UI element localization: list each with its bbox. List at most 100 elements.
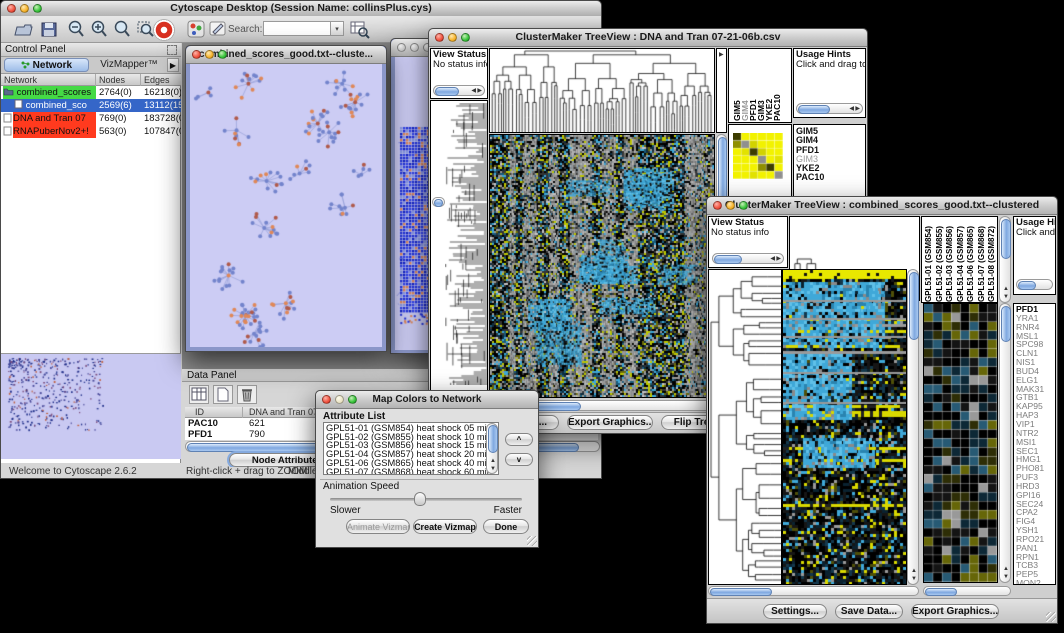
export-graphics-button[interactable]: Export Graphics... bbox=[567, 415, 653, 430]
close-icon[interactable] bbox=[713, 201, 722, 210]
usage-hints-hscrollbar[interactable]: ◀▶ bbox=[796, 103, 863, 114]
attribute-select-icon[interactable] bbox=[189, 385, 209, 404]
minimize-icon[interactable] bbox=[205, 50, 214, 59]
network-edges: 16218(0) bbox=[144, 86, 181, 99]
network-row-combined-scores[interactable]: combined_scores 2764(0) 16218(0) bbox=[1, 86, 181, 99]
column-label[interactable]: GPL51-01 (GSM854) bbox=[925, 220, 936, 302]
row-dendrogram-panel[interactable] bbox=[708, 269, 782, 585]
zoom-window-icon[interactable] bbox=[218, 50, 227, 59]
delete-attribute-icon[interactable] bbox=[237, 385, 257, 404]
attribute-list-vscrollbar[interactable]: ▲▼ bbox=[486, 423, 498, 474]
column-label[interactable]: PAC10 bbox=[773, 53, 781, 121]
column-header[interactable]: Nodes bbox=[99, 74, 141, 86]
close-icon[interactable] bbox=[322, 395, 331, 404]
desktop: Cytoscape Desktop (Session Name: collins… bbox=[0, 0, 1064, 633]
animation-speed-slider[interactable] bbox=[330, 498, 522, 501]
zoom-window-icon[interactable] bbox=[33, 4, 42, 13]
tab-vizmapper[interactable]: VizMapper™ bbox=[93, 58, 165, 72]
export-graphics-button[interactable]: Export Graphics... bbox=[911, 604, 999, 619]
zoom-window-icon[interactable] bbox=[739, 201, 748, 210]
tab-overflow-icon[interactable]: ▶ bbox=[167, 58, 179, 72]
network-nodes: 2569(6) bbox=[99, 99, 141, 112]
close-icon[interactable] bbox=[192, 50, 201, 59]
birdseye-view[interactable] bbox=[1, 353, 181, 459]
minimize-icon[interactable] bbox=[20, 4, 29, 13]
network-row-selected[interactable]: combined_sco 2569(6) 13112(15) bbox=[1, 99, 181, 112]
view-status-hscrollbar[interactable]: ◀▶ bbox=[712, 253, 784, 264]
zoom-in-icon[interactable] bbox=[89, 19, 110, 40]
new-attribute-icon[interactable] bbox=[213, 385, 233, 404]
help-icon[interactable] bbox=[153, 19, 175, 41]
gene-label[interactable]: PAC10 bbox=[796, 173, 824, 182]
dialog-titlebar[interactable]: Map Colors to Network bbox=[316, 391, 538, 409]
attribute-item[interactable]: GPL51-07 (GSM868) heat shock 60 min bbox=[326, 468, 498, 475]
treeview2-titlebar[interactable]: ClusterMaker TreeView : combined_scores_… bbox=[707, 197, 1057, 215]
heatmap-main[interactable] bbox=[489, 134, 715, 398]
tab-network[interactable]: Network bbox=[4, 58, 89, 72]
animation-speed-label: Animation Speed bbox=[323, 481, 399, 492]
column-labels-vscrollbar[interactable]: ▲▼ bbox=[999, 216, 1011, 303]
usage-hints-hscrollbar[interactable] bbox=[1016, 279, 1053, 290]
network1-view[interactable] bbox=[190, 64, 382, 347]
annotation-icon[interactable] bbox=[208, 19, 229, 40]
save-session-icon[interactable] bbox=[39, 19, 60, 40]
zoom-window-icon[interactable] bbox=[461, 33, 470, 42]
move-up-button[interactable]: ^ bbox=[505, 433, 533, 446]
row-dendrogram-panel[interactable] bbox=[430, 100, 488, 398]
zoom-vscrollbar[interactable]: ▲▼ bbox=[999, 303, 1011, 583]
treeview1-titlebar[interactable]: ClusterMaker TreeView : DNA and Tran 07-… bbox=[429, 29, 867, 47]
column-label[interactable]: GPL51-03 (GSM856) bbox=[946, 220, 957, 302]
zoom-fit-icon[interactable] bbox=[112, 19, 133, 40]
map-colors-dialog: Map Colors to Network Attribute List GPL… bbox=[315, 390, 539, 548]
search-dropdown-icon[interactable]: ▾ bbox=[331, 21, 344, 36]
network-row-rnapuber[interactable]: RNAPuberNov2+! 563(0) 107847(0) bbox=[1, 125, 181, 138]
resize-grip[interactable] bbox=[527, 536, 537, 546]
view-status-hscrollbar[interactable]: ◀▶ bbox=[433, 85, 485, 96]
close-icon[interactable] bbox=[7, 4, 16, 13]
treeview1-title: ClusterMaker TreeView : DNA and Tran 07-… bbox=[516, 31, 781, 43]
move-down-button[interactable]: v bbox=[505, 453, 533, 466]
global-hscrollbar[interactable] bbox=[708, 586, 919, 596]
resize-grip[interactable] bbox=[1046, 612, 1056, 622]
close-icon[interactable] bbox=[397, 43, 406, 52]
create-vizmap-button[interactable]: Create Vizmap bbox=[413, 519, 477, 534]
vizmapper-shortcut-icon[interactable] bbox=[186, 19, 207, 40]
column-tree-scroll-strip[interactable]: ▶ bbox=[716, 48, 727, 133]
close-icon[interactable] bbox=[435, 33, 444, 42]
column-header[interactable]: Network bbox=[4, 74, 96, 86]
gene-label[interactable]: MON2 bbox=[1016, 579, 1044, 585]
network1-titlebar[interactable]: combined_scores_good.txt--cluste... bbox=[186, 46, 386, 64]
minimize-icon[interactable] bbox=[726, 201, 735, 210]
minimize-icon[interactable] bbox=[335, 395, 344, 404]
heatmap-zoom[interactable] bbox=[923, 303, 998, 583]
column-dendrogram-panel[interactable] bbox=[489, 48, 715, 133]
column-label[interactable]: GPL51-06 (GSM865) bbox=[967, 220, 978, 302]
done-button[interactable]: Done bbox=[483, 519, 529, 534]
global-vscrollbar[interactable]: ▲▼ bbox=[907, 269, 919, 585]
zoom-hscrollbar[interactable] bbox=[923, 586, 1011, 596]
column-header[interactable]: Edges bbox=[144, 74, 180, 86]
save-data-button[interactable]: Save Data... bbox=[835, 604, 903, 619]
settings-button[interactable]: Settings... bbox=[763, 604, 827, 619]
control-panel-header: Control Panel bbox=[1, 43, 181, 57]
zoom-out-icon[interactable] bbox=[66, 19, 87, 40]
search-input[interactable] bbox=[263, 21, 331, 36]
column-label[interactable]: GPL51-08 (GSM872) bbox=[988, 220, 998, 302]
heatmap-global[interactable] bbox=[782, 269, 907, 585]
column-header[interactable]: ID bbox=[195, 407, 243, 418]
slider-thumb[interactable] bbox=[414, 492, 426, 506]
network-row-dna-tran[interactable]: DNA and Tran 07 769(0) 183728(0) bbox=[1, 112, 181, 125]
animate-vizmap-button[interactable]: Animate Vizmap bbox=[346, 519, 410, 534]
dialog-title: Map Colors to Network bbox=[373, 394, 482, 405]
network-nodes: 2764(0) bbox=[99, 86, 141, 99]
attribute-list[interactable]: GPL51-01 (GSM854) heat shock 05 minGPL51… bbox=[323, 422, 499, 475]
main-titlebar[interactable]: Cytoscape Desktop (Session Name: collins… bbox=[1, 1, 601, 17]
minimize-icon[interactable] bbox=[448, 33, 457, 42]
attribute-browser-icon[interactable] bbox=[349, 19, 370, 40]
zoom-window-icon[interactable] bbox=[348, 395, 357, 404]
control-panel-tabs: Network VizMapper™ ▶ bbox=[1, 57, 181, 74]
minimize-icon[interactable] bbox=[410, 43, 419, 52]
open-session-icon[interactable] bbox=[13, 19, 34, 40]
row-tree-scrollbar[interactable] bbox=[432, 197, 445, 207]
float-panel-icon[interactable] bbox=[167, 45, 177, 55]
